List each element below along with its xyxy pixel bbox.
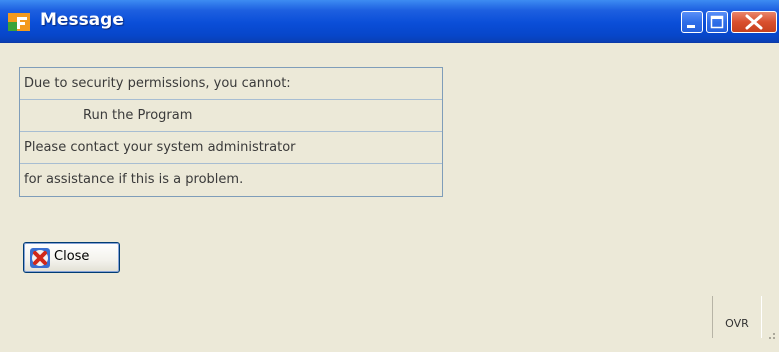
maximize-button[interactable] — [706, 11, 728, 33]
app-logo-icon — [8, 13, 30, 31]
minimize-button[interactable] — [681, 11, 703, 33]
status-ovr-indicator: OVR — [712, 296, 762, 338]
resize-grip-icon[interactable] — [763, 326, 777, 340]
message-line: Please contact your system administrator — [20, 132, 442, 164]
window-title: Message — [40, 10, 124, 30]
window-close-button[interactable] — [731, 11, 777, 33]
message-line: for assistance if this is a problem. — [24, 172, 244, 187]
close-icon — [745, 14, 763, 30]
message-panel: Due to security permissions, you cannot:… — [19, 67, 443, 197]
title-bar[interactable]: Message — [0, 0, 779, 43]
message-line: Run the Program — [20, 100, 442, 132]
maximize-icon — [710, 15, 724, 29]
message-line: Due to security permissions, you cannot: — [20, 68, 442, 100]
close-button[interactable]: Close — [23, 242, 120, 273]
minimize-icon — [687, 25, 695, 28]
red-x-icon — [30, 248, 50, 268]
close-button-label: Close — [54, 249, 90, 264]
